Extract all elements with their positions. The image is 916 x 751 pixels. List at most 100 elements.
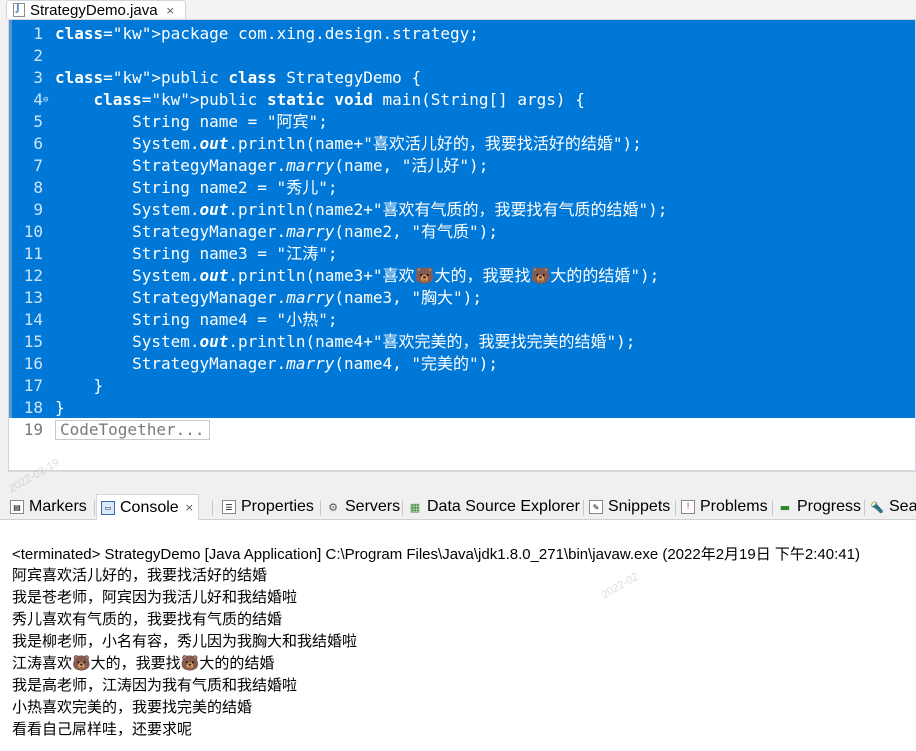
tab-properties[interactable]: ☰ Properties <box>218 494 318 520</box>
line-number: 15 <box>23 332 43 351</box>
code-text: StrategyManager.marry(name, "活儿好"); <box>55 156 489 175</box>
tab-search[interactable]: 🔦 Sea <box>866 494 916 520</box>
tab-problems[interactable]: ! Problems <box>677 494 772 520</box>
code-line[interactable]: 10 StrategyManager.marry(name2, "有气质"); <box>9 221 915 243</box>
code-line[interactable]: 16 StrategyManager.marry(name4, "完美的"); <box>9 353 915 375</box>
codetogether-hint: CodeTogether... <box>55 419 210 441</box>
console-output-line: 小热喜欢完美的，我要找完美的结婚 <box>12 699 253 716</box>
code-text: System.out.println(name+"喜欢活儿好的，我要找活好的结婚… <box>55 134 642 153</box>
editor-tab-label: StrategyDemo.java <box>30 1 158 19</box>
code-line[interactable]: 7 StrategyManager.marry(name, "活儿好"); <box>9 155 915 177</box>
console-icon: ▭ <box>101 500 115 515</box>
codetogether-button[interactable]: CodeTogether... <box>55 420 210 440</box>
code-text: String name = "阿宾"; <box>55 112 328 131</box>
code-text: System.out.println(name3+"喜欢🐻大的，我要找🐻大的的结… <box>55 266 660 285</box>
console-output-line: 我是柳老师，小名有容，秀儿因为我胸大和我结婚啦 <box>12 633 358 650</box>
tab-data-source-explorer[interactable]: ▦ Data Source Explorer <box>404 494 584 520</box>
code-text: System.out.println(name2+"喜欢有气质的，我要找有气质的… <box>55 200 668 219</box>
code-line[interactable]: 14 String name4 = "小热"; <box>9 309 915 331</box>
line-number: 18 <box>23 398 43 417</box>
code-line[interactable]: 13 StrategyManager.marry(name3, "胸大"); <box>9 287 915 309</box>
console-view[interactable]: <terminated> StrategyDemo [Java Applicat… <box>0 520 916 751</box>
tab-label: Problems <box>700 498 768 515</box>
code-line[interactable]: 8 String name2 = "秀儿"; <box>9 177 915 199</box>
code-line[interactable]: 18} <box>9 397 915 419</box>
tab-label: Servers <box>345 498 401 515</box>
console-output-line: 我是苍老师，阿宾因为我活儿好和我结婚啦 <box>12 589 298 606</box>
tab-label: Snippets <box>608 498 671 515</box>
code-text: StrategyManager.marry(name2, "有气质"); <box>55 222 498 241</box>
tab-console[interactable]: ▭ Console × <box>96 494 199 520</box>
servers-icon: ⚙ <box>328 500 338 514</box>
line-number: 2 <box>33 46 43 65</box>
progress-icon: ▬ <box>779 500 791 514</box>
code-line[interactable]: 3 class="kw">public class StrategyDemo { <box>9 67 915 89</box>
code-text: class="kw">package com.xing.design.strat… <box>55 24 479 43</box>
tab-label: Sea <box>889 498 916 515</box>
code-text: class="kw">public static void main(Strin… <box>93 90 585 109</box>
console-output-line: 江涛喜欢🐻大的，我要找🐻大的的结婚 <box>12 655 275 672</box>
data-source-icon: ▦ <box>409 500 421 514</box>
line-number: 1 <box>33 24 43 43</box>
code-line[interactable]: 5 String name = "阿宾"; <box>9 111 915 133</box>
tab-snippets[interactable]: ✎ Snippets <box>585 494 674 520</box>
close-icon[interactable]: × <box>166 4 175 17</box>
code-line[interactable]: 1 class="kw">package com.xing.design.stra… <box>9 23 915 45</box>
line-number: 8 <box>33 178 43 197</box>
tab-servers[interactable]: ⚙ Servers <box>322 494 404 520</box>
line-number: 5 <box>33 112 43 131</box>
tab-label: Properties <box>241 498 314 515</box>
code-text: String name2 = "秀儿"; <box>55 178 338 197</box>
tab-label: Console <box>120 498 179 516</box>
console-output[interactable]: 阿宾喜欢活儿好的，我要找活好的结婚我是苍老师，阿宾因为我活儿好和我结婚啦 秀儿喜欢… <box>12 565 912 741</box>
tab-progress[interactable]: ▬ Progress <box>774 494 865 520</box>
line-number: 12 <box>23 266 43 285</box>
code-text: } <box>55 376 104 395</box>
console-status: <terminated> StrategyDemo [Java Applicat… <box>12 546 860 563</box>
line-number: 13 <box>23 288 43 307</box>
search-icon: 🔦 <box>870 500 884 514</box>
tab-label: Markers <box>29 498 87 515</box>
line-number: 3 <box>33 68 43 87</box>
editor-tab-strategydemo[interactable]: StrategyDemo.java × <box>6 0 186 19</box>
console-output-line: 看看自己屌样哇，还要求呢 <box>12 721 193 738</box>
tab-label: Progress <box>797 498 862 515</box>
line-number: 14 <box>23 310 43 329</box>
code-line[interactable]: 15 System.out.println(name4+"喜欢完美的，我要找完美… <box>9 331 915 353</box>
java-file-icon <box>13 3 25 17</box>
code-line[interactable]: 4 ⊖ class="kw">public static void main(St… <box>9 89 915 111</box>
console-output-line: 我是高老师，江涛因为我有气质和我结婚啦 <box>12 677 298 694</box>
code-line[interactable]: 2 <box>9 45 915 67</box>
line-number: 9 <box>33 200 43 219</box>
tab-markers[interactable]: ▤ Markers <box>6 494 91 520</box>
code-line[interactable]: 12 System.out.println(name3+"喜欢🐻大的，我要找🐻大… <box>9 265 915 287</box>
code-text: StrategyManager.marry(name4, "完美的"); <box>55 354 498 373</box>
console-output-line: 阿宾喜欢活儿好的，我要找活好的结婚 <box>12 567 268 584</box>
code-text: System.out.println(name4+"喜欢完美的，我要找完美的结婚… <box>55 332 636 351</box>
code-lines: 1 class="kw">package com.xing.design.stra… <box>9 23 915 441</box>
line-number: 19 <box>23 420 43 439</box>
code-line[interactable]: 19 CodeTogether... <box>9 419 915 441</box>
code-editor[interactable]: 1 class="kw">package com.xing.design.stra… <box>8 19 916 471</box>
code-line[interactable]: 6 System.out.println(name+"喜欢活儿好的，我要找活好的… <box>9 133 915 155</box>
code-line[interactable]: 17 } <box>9 375 915 397</box>
fold-collapse-icon[interactable]: ⊖ <box>43 89 48 111</box>
line-number: 6 <box>33 134 43 153</box>
line-number: 7 <box>33 156 43 175</box>
code-line[interactable]: 11 String name3 = "江涛"; <box>9 243 915 265</box>
properties-icon: ☰ <box>222 500 236 514</box>
editor-horizontal-scrollbar[interactable] <box>8 471 916 488</box>
line-number: 4 <box>33 90 43 109</box>
line-number: 17 <box>23 376 43 395</box>
line-number: 11 <box>23 244 43 263</box>
close-icon[interactable]: × <box>185 501 194 514</box>
code-text: } <box>55 398 65 417</box>
editor-tab-bar: StrategyDemo.java × <box>0 0 916 19</box>
line-number: 16 <box>23 354 43 373</box>
code-text: String name4 = "小热"; <box>55 310 338 329</box>
tab-label: Data Source Explorer <box>427 498 580 515</box>
code-text: String name3 = "江涛"; <box>55 244 338 263</box>
code-line[interactable]: 9 System.out.println(name2+"喜欢有气质的，我要找有气… <box>9 199 915 221</box>
problems-icon: ! <box>681 500 695 514</box>
console-output-line: 秀儿喜欢有气质的，我要找有气质的结婚 <box>12 611 283 628</box>
